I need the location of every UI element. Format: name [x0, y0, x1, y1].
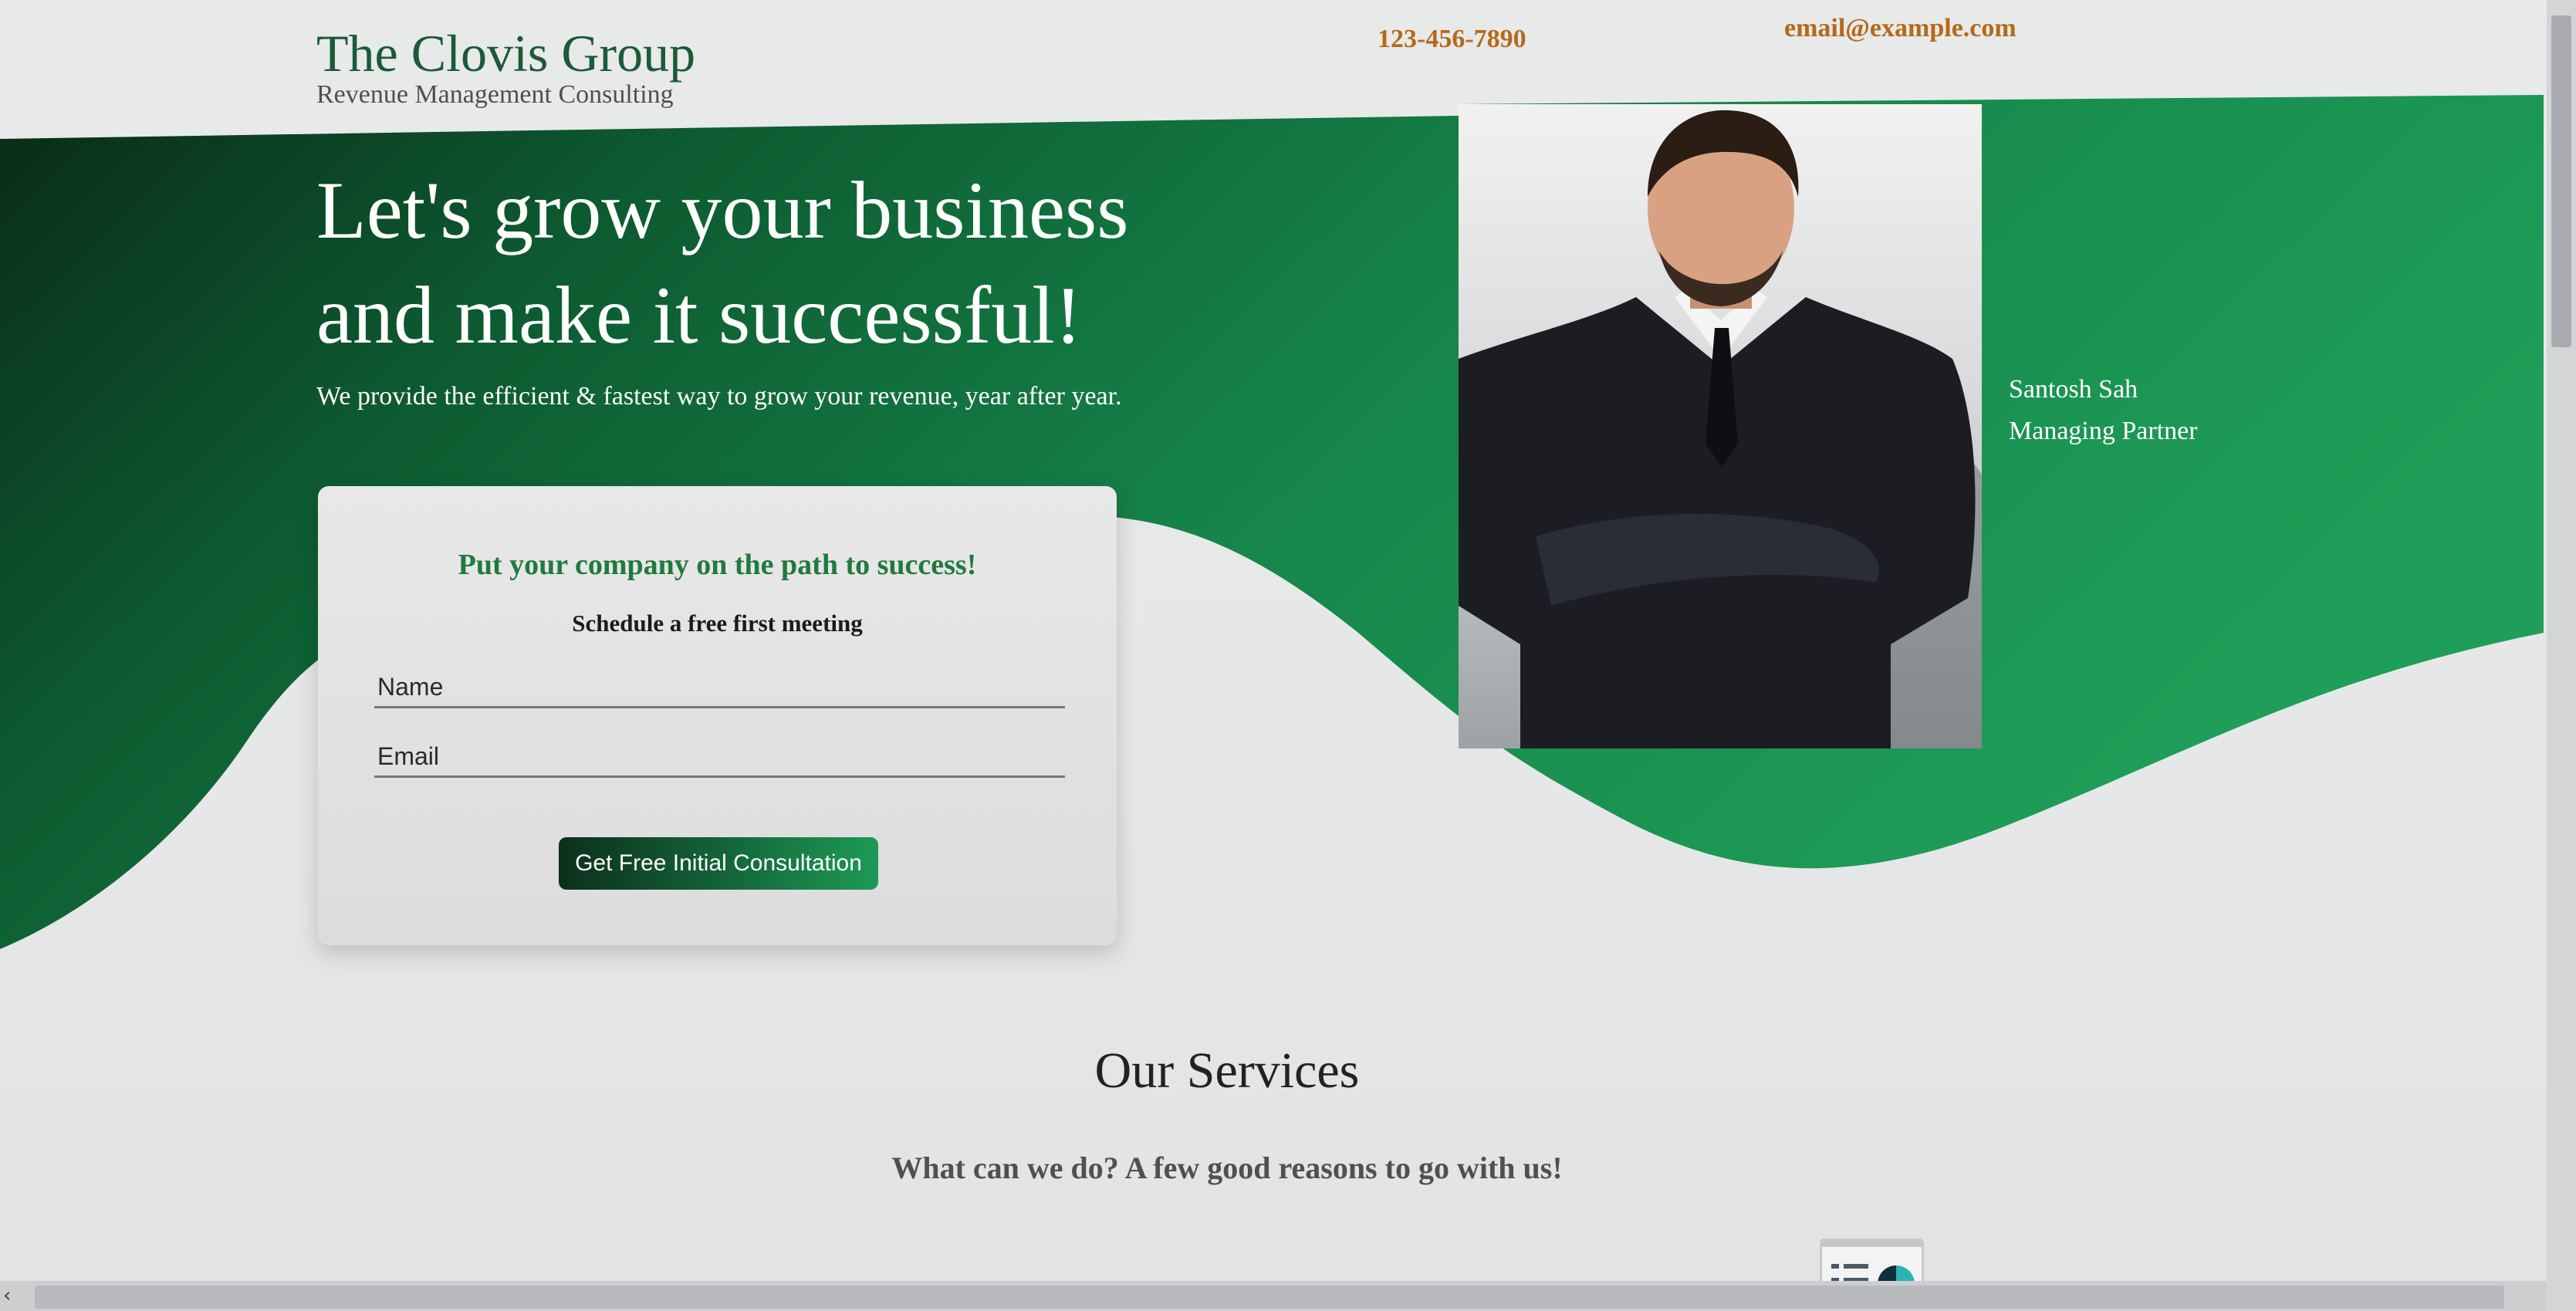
person-name: Santosh Sah	[2009, 375, 2138, 404]
person-illustration	[1459, 110, 1982, 748]
chevron-left-icon[interactable]: ‹	[3, 1284, 11, 1307]
name-input[interactable]	[374, 662, 1065, 708]
hero-title-line1: Let's grow your business	[316, 165, 1129, 255]
hero-title-line2: and make it successful!	[316, 270, 1082, 360]
logo-title[interactable]: The Clovis Group	[316, 23, 695, 84]
hero-subtitle: We provide the efficient & fastest way t…	[316, 382, 1122, 411]
services-subtitle: What can we do? A few good reasons to go…	[891, 1151, 1563, 1185]
email-input[interactable]	[374, 732, 1065, 778]
icon-line	[1844, 1264, 1868, 1269]
get-consultation-button[interactable]: Get Free Initial Consultation	[559, 837, 878, 890]
vertical-scrollbar-thumb[interactable]	[2551, 15, 2571, 347]
icon-titlebar	[1822, 1241, 1922, 1247]
web-page: The Clovis Group Revenue Management Cons…	[0, 0, 2547, 1289]
person-role: Managing Partner	[2009, 417, 2198, 445]
email-link[interactable]: email@example.com	[1784, 14, 2017, 43]
hero-title: Let's grow your business and make it suc…	[316, 158, 1320, 368]
phone-link[interactable]: 123-456-7890	[1378, 25, 1526, 54]
services-title: Our Services	[1094, 1042, 1360, 1099]
consultation-form: Put your company on the path to success!…	[318, 486, 1117, 945]
horizontal-scrollbar-thumb[interactable]	[35, 1286, 2504, 1309]
form-subtitle: Schedule a free first meeting	[572, 610, 863, 637]
icon-bullet	[1831, 1264, 1839, 1269]
form-title: Put your company on the path to success!	[458, 549, 977, 581]
portrait-photo	[1459, 104, 1982, 748]
